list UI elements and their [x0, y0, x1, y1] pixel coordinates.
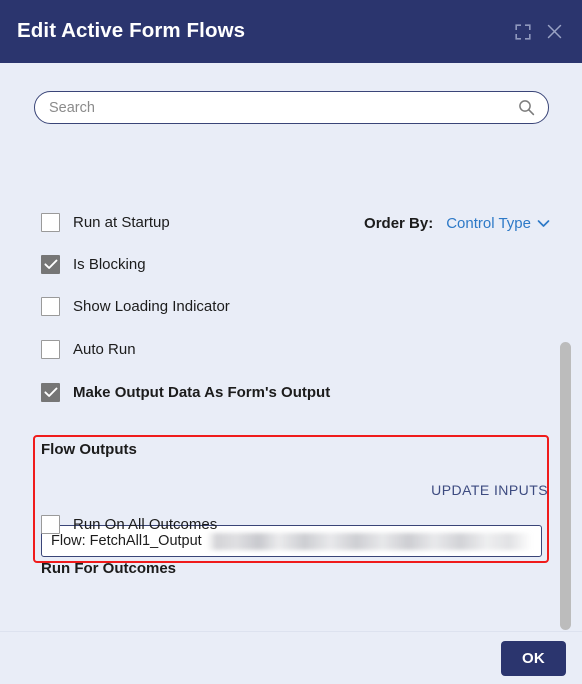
titlebar-actions — [513, 22, 564, 42]
dialog-body: Order By: Control Type Run at Startup — [0, 63, 582, 678]
dialog-footer: OK — [0, 631, 582, 684]
dialog-titlebar: Edit Active Form Flows — [0, 0, 582, 63]
checkbox-label-make-output-data: Make Output Data As Form's Output — [73, 384, 331, 401]
checkbox-auto-run[interactable] — [41, 340, 60, 359]
checkbox-row-is-blocking[interactable]: Is Blocking — [41, 255, 146, 274]
flow-outputs-label: Flow Outputs — [41, 441, 137, 458]
edit-active-form-flows-dialog: Edit Active Form Flows Search Order By: … — [0, 0, 582, 684]
checkbox-label-show-loading-indicator: Show Loading Indicator — [73, 298, 230, 315]
checkbox-is-blocking[interactable] — [41, 255, 60, 274]
checkbox-run-at-startup[interactable] — [41, 213, 60, 232]
order-by-dropdown[interactable]: Control Type — [446, 215, 550, 232]
chevron-down-icon — [537, 215, 550, 232]
search-icon[interactable] — [518, 99, 535, 116]
checkbox-row-run-at-startup[interactable]: Run at Startup — [41, 213, 170, 232]
checkbox-label-run-on-all-outcomes: Run On All Outcomes — [73, 516, 218, 533]
expand-corners-icon[interactable] — [513, 22, 533, 42]
flow-outputs-value: Flow: FetchAll1_Output — [51, 533, 202, 549]
close-x-icon[interactable] — [544, 22, 564, 42]
order-by-value-text: Control Type — [446, 215, 531, 232]
checkbox-show-loading-indicator[interactable] — [41, 297, 60, 316]
redacted-blur-overlay — [206, 532, 532, 550]
dialog-title: Edit Active Form Flows — [17, 19, 246, 43]
checkbox-run-on-all-outcomes[interactable] — [41, 515, 60, 534]
search-input[interactable] — [49, 92, 518, 123]
vertical-scrollbar-thumb[interactable] — [560, 342, 571, 630]
search-field[interactable] — [34, 91, 549, 124]
checkbox-row-run-on-all-outcomes[interactable]: Run On All Outcomes — [41, 515, 217, 534]
order-by-row: Order By: Control Type — [364, 215, 550, 232]
checkbox-row-show-loading-indicator[interactable]: Show Loading Indicator — [41, 297, 230, 316]
order-by-label: Order By: — [364, 215, 434, 232]
vertical-scrollbar-track[interactable] — [560, 63, 571, 631]
checkbox-row-auto-run[interactable]: Auto Run — [41, 340, 136, 359]
checkbox-make-output-data[interactable] — [41, 383, 60, 402]
checkbox-label-run-at-startup: Run at Startup — [73, 214, 170, 231]
update-inputs-link[interactable]: UPDATE INPUTS — [431, 482, 548, 498]
run-for-outcomes-label: Run For Outcomes — [41, 560, 177, 577]
ok-button[interactable]: OK — [501, 640, 566, 676]
checkbox-row-make-output-data[interactable]: Make Output Data As Form's Output — [41, 383, 330, 402]
checkbox-label-is-blocking: Is Blocking — [73, 256, 146, 273]
checkbox-label-auto-run: Auto Run — [73, 341, 136, 358]
